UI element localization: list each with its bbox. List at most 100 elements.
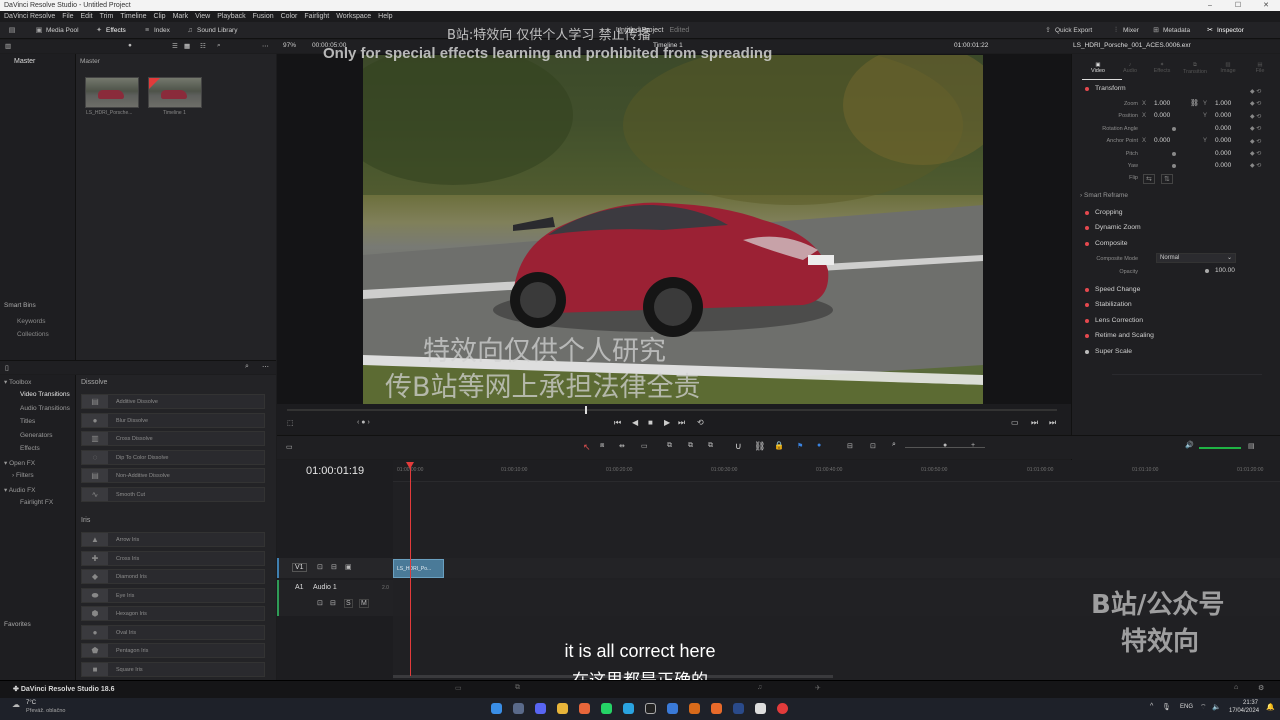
tree-effects[interactable]: Effects	[20, 445, 40, 452]
tab-video[interactable]: ▣ Video	[1082, 62, 1114, 74]
reset-icon[interactable]: ◆ ⟲	[1250, 160, 1261, 172]
transition-hexagon-iris[interactable]: ⬢ Hexagon Iris	[81, 606, 265, 621]
retime-header[interactable]: Retime and Scaling	[1095, 332, 1154, 339]
meter-icon[interactable]: ▤	[1248, 442, 1255, 450]
reset-icon[interactable]: ◆ ⟲	[1250, 148, 1261, 160]
super-scale-header[interactable]: Super Scale	[1095, 348, 1132, 355]
menu-workspace[interactable]: Workspace	[336, 13, 371, 20]
volume-icon[interactable]: 🔈	[1212, 703, 1221, 711]
metadata-button[interactable]: ⊞ Metadata	[1152, 25, 1190, 36]
viewer-zoom[interactable]: 97%	[283, 42, 296, 49]
close-button[interactable]: ✕	[1252, 0, 1280, 11]
language-indicator[interactable]: ENG	[1180, 704, 1193, 710]
transition-cross-dissolve[interactable]: ▥ Cross Dissolve	[81, 431, 265, 446]
tree-filters[interactable]: › Filters	[12, 472, 34, 479]
playhead-handle-icon[interactable]	[406, 462, 414, 469]
settings-gear-icon[interactable]: ⚙	[1258, 684, 1264, 692]
dynamic-zoom-header[interactable]: Dynamic Zoom	[1095, 224, 1141, 231]
jog-icon[interactable]: ‹ ● ›	[357, 419, 370, 426]
retime-dot[interactable]	[1085, 334, 1089, 338]
speed-change-header[interactable]: Speed Change	[1095, 286, 1140, 293]
position-lock-icon[interactable]: 🔒	[774, 441, 784, 450]
tree-audio-transitions[interactable]: Audio Transitions	[20, 405, 70, 412]
opacity-slider[interactable]	[1205, 269, 1209, 273]
fairlight-page-icon[interactable]: ♫	[757, 684, 762, 691]
v1-label[interactable]: V1	[292, 563, 307, 572]
tab-image[interactable]: ▨ Image	[1212, 62, 1244, 74]
quick-export-button[interactable]: ⇪ Quick Export	[1044, 25, 1092, 36]
loop-icon[interactable]: ⟲	[697, 418, 704, 427]
yaw-slider[interactable]	[1172, 164, 1176, 168]
lens-correction-header[interactable]: Lens Correction	[1095, 317, 1143, 324]
tree-audio-fx[interactable]: ▾ Audio FX	[4, 486, 35, 494]
pitch-slider[interactable]	[1172, 152, 1176, 156]
telegram-icon[interactable]	[623, 703, 634, 714]
replace-clip-icon[interactable]: ⧉	[708, 442, 713, 450]
firefox-icon[interactable]	[579, 703, 590, 714]
weather-icon[interactable]: ☁	[12, 700, 20, 709]
composite-header[interactable]: Composite	[1095, 240, 1128, 247]
transition-smooth-cut[interactable]: ∿ Smooth Cut	[81, 487, 265, 502]
dynamic-zoom-dot[interactable]	[1085, 226, 1089, 230]
sidebar-toggle-icon[interactable]: ▯	[5, 364, 9, 372]
selection-tool-icon[interactable]: ↖	[583, 442, 591, 453]
reset-icon[interactable]: ◆ ⟲	[1250, 136, 1261, 148]
minimize-button[interactable]: –	[1196, 0, 1224, 11]
zoom-x-value[interactable]: 1.000	[1154, 100, 1170, 107]
smart-bin-keywords[interactable]: Keywords	[17, 318, 46, 325]
lock-track-icon[interactable]: ⊡	[317, 563, 323, 571]
snapping-icon[interactable]: ∪	[735, 441, 742, 452]
transition-additive-dissolve[interactable]: ▤ Additive Dissolve	[81, 394, 265, 409]
trim-tool-icon[interactable]: ⧈	[600, 442, 604, 450]
menu-davinci[interactable]: DaVinci Resolve	[4, 13, 55, 20]
grid-view-icon[interactable]: ▦	[184, 42, 190, 50]
volume-slider[interactable]	[1199, 447, 1241, 449]
reset-icon[interactable]: ◆ ⟲	[1250, 98, 1261, 110]
zoom-y-value[interactable]: 1.000	[1215, 100, 1231, 107]
zoom-slider-handle[interactable]: ●	[128, 42, 132, 49]
menu-fusion[interactable]: Fusion	[253, 13, 274, 20]
position-y-value[interactable]: 0.000	[1215, 112, 1231, 119]
insert-clip-icon[interactable]: ⧉	[667, 442, 672, 450]
transition-arrow-iris[interactable]: ▲ Arrow Iris	[81, 532, 265, 547]
menu-view[interactable]: View	[195, 13, 210, 20]
composite-dot[interactable]	[1085, 242, 1089, 246]
tray-arrow-icon[interactable]: ^	[1150, 703, 1153, 710]
linked-selection-icon[interactable]: ⛓	[754, 441, 765, 452]
mixer-button[interactable]: ⫶ Mixer	[1112, 25, 1139, 36]
transition-blur-dissolve[interactable]: ● Blur Dissolve	[81, 413, 265, 428]
menu-playback[interactable]: Playback	[217, 13, 245, 20]
tab-transition[interactable]: ⧉ Transition	[1178, 62, 1212, 75]
unreal-icon[interactable]	[645, 703, 656, 714]
menu-file[interactable]: File	[62, 13, 73, 20]
taskview-icon[interactable]	[513, 703, 524, 714]
transition-oval-iris[interactable]: ● Oval Iris	[81, 625, 265, 640]
position-x-value[interactable]: 0.000	[1154, 112, 1170, 119]
layout-icon[interactable]: ▥	[5, 42, 11, 50]
tab-audio[interactable]: ♪ Audio	[1114, 62, 1146, 74]
speaker-icon[interactable]: 🔊	[1185, 441, 1194, 449]
discord-icon[interactable]	[535, 703, 546, 714]
menu-help[interactable]: Help	[378, 13, 392, 20]
dissolve-header[interactable]: Dissolve	[81, 379, 107, 386]
video-clip[interactable]: LS_HDRI_Po...	[393, 559, 444, 578]
flip-vertical-icon[interactable]: ⇅	[1161, 174, 1173, 184]
fx-more-icon[interactable]: ⋯	[262, 363, 269, 371]
timeline-thumbnail[interactable]	[148, 77, 202, 108]
whatsapp-icon[interactable]	[601, 703, 612, 714]
stabilization-header[interactable]: Stabilization	[1095, 301, 1132, 308]
iris-header[interactable]: Iris	[81, 517, 90, 524]
cut-page-icon[interactable]: ⧉	[515, 684, 520, 692]
tab-effects[interactable]: ✦ Effects	[1146, 62, 1178, 74]
tree-titles[interactable]: Titles	[20, 418, 35, 425]
tree-video-transitions[interactable]: Video Transitions	[20, 391, 70, 398]
timeline-ruler[interactable]: 01:00:00:00 01:00:10:00 01:00:20:00 01:0…	[393, 460, 1280, 482]
blade-tool-icon[interactable]: ▭	[641, 442, 648, 450]
anchor-y-value[interactable]: 0.000	[1215, 137, 1231, 144]
fx-search-icon[interactable]: ⌕	[245, 363, 249, 371]
transition-dip-to-color[interactable]: ◌ Dip To Color Dissolve	[81, 450, 265, 465]
transition-eye-iris[interactable]: ⬬ Eye Iris	[81, 588, 265, 603]
clock-time[interactable]: 21:37	[1243, 700, 1258, 706]
a1-label[interactable]: A1	[295, 584, 304, 591]
flag-icon[interactable]: ⚑	[797, 442, 803, 450]
